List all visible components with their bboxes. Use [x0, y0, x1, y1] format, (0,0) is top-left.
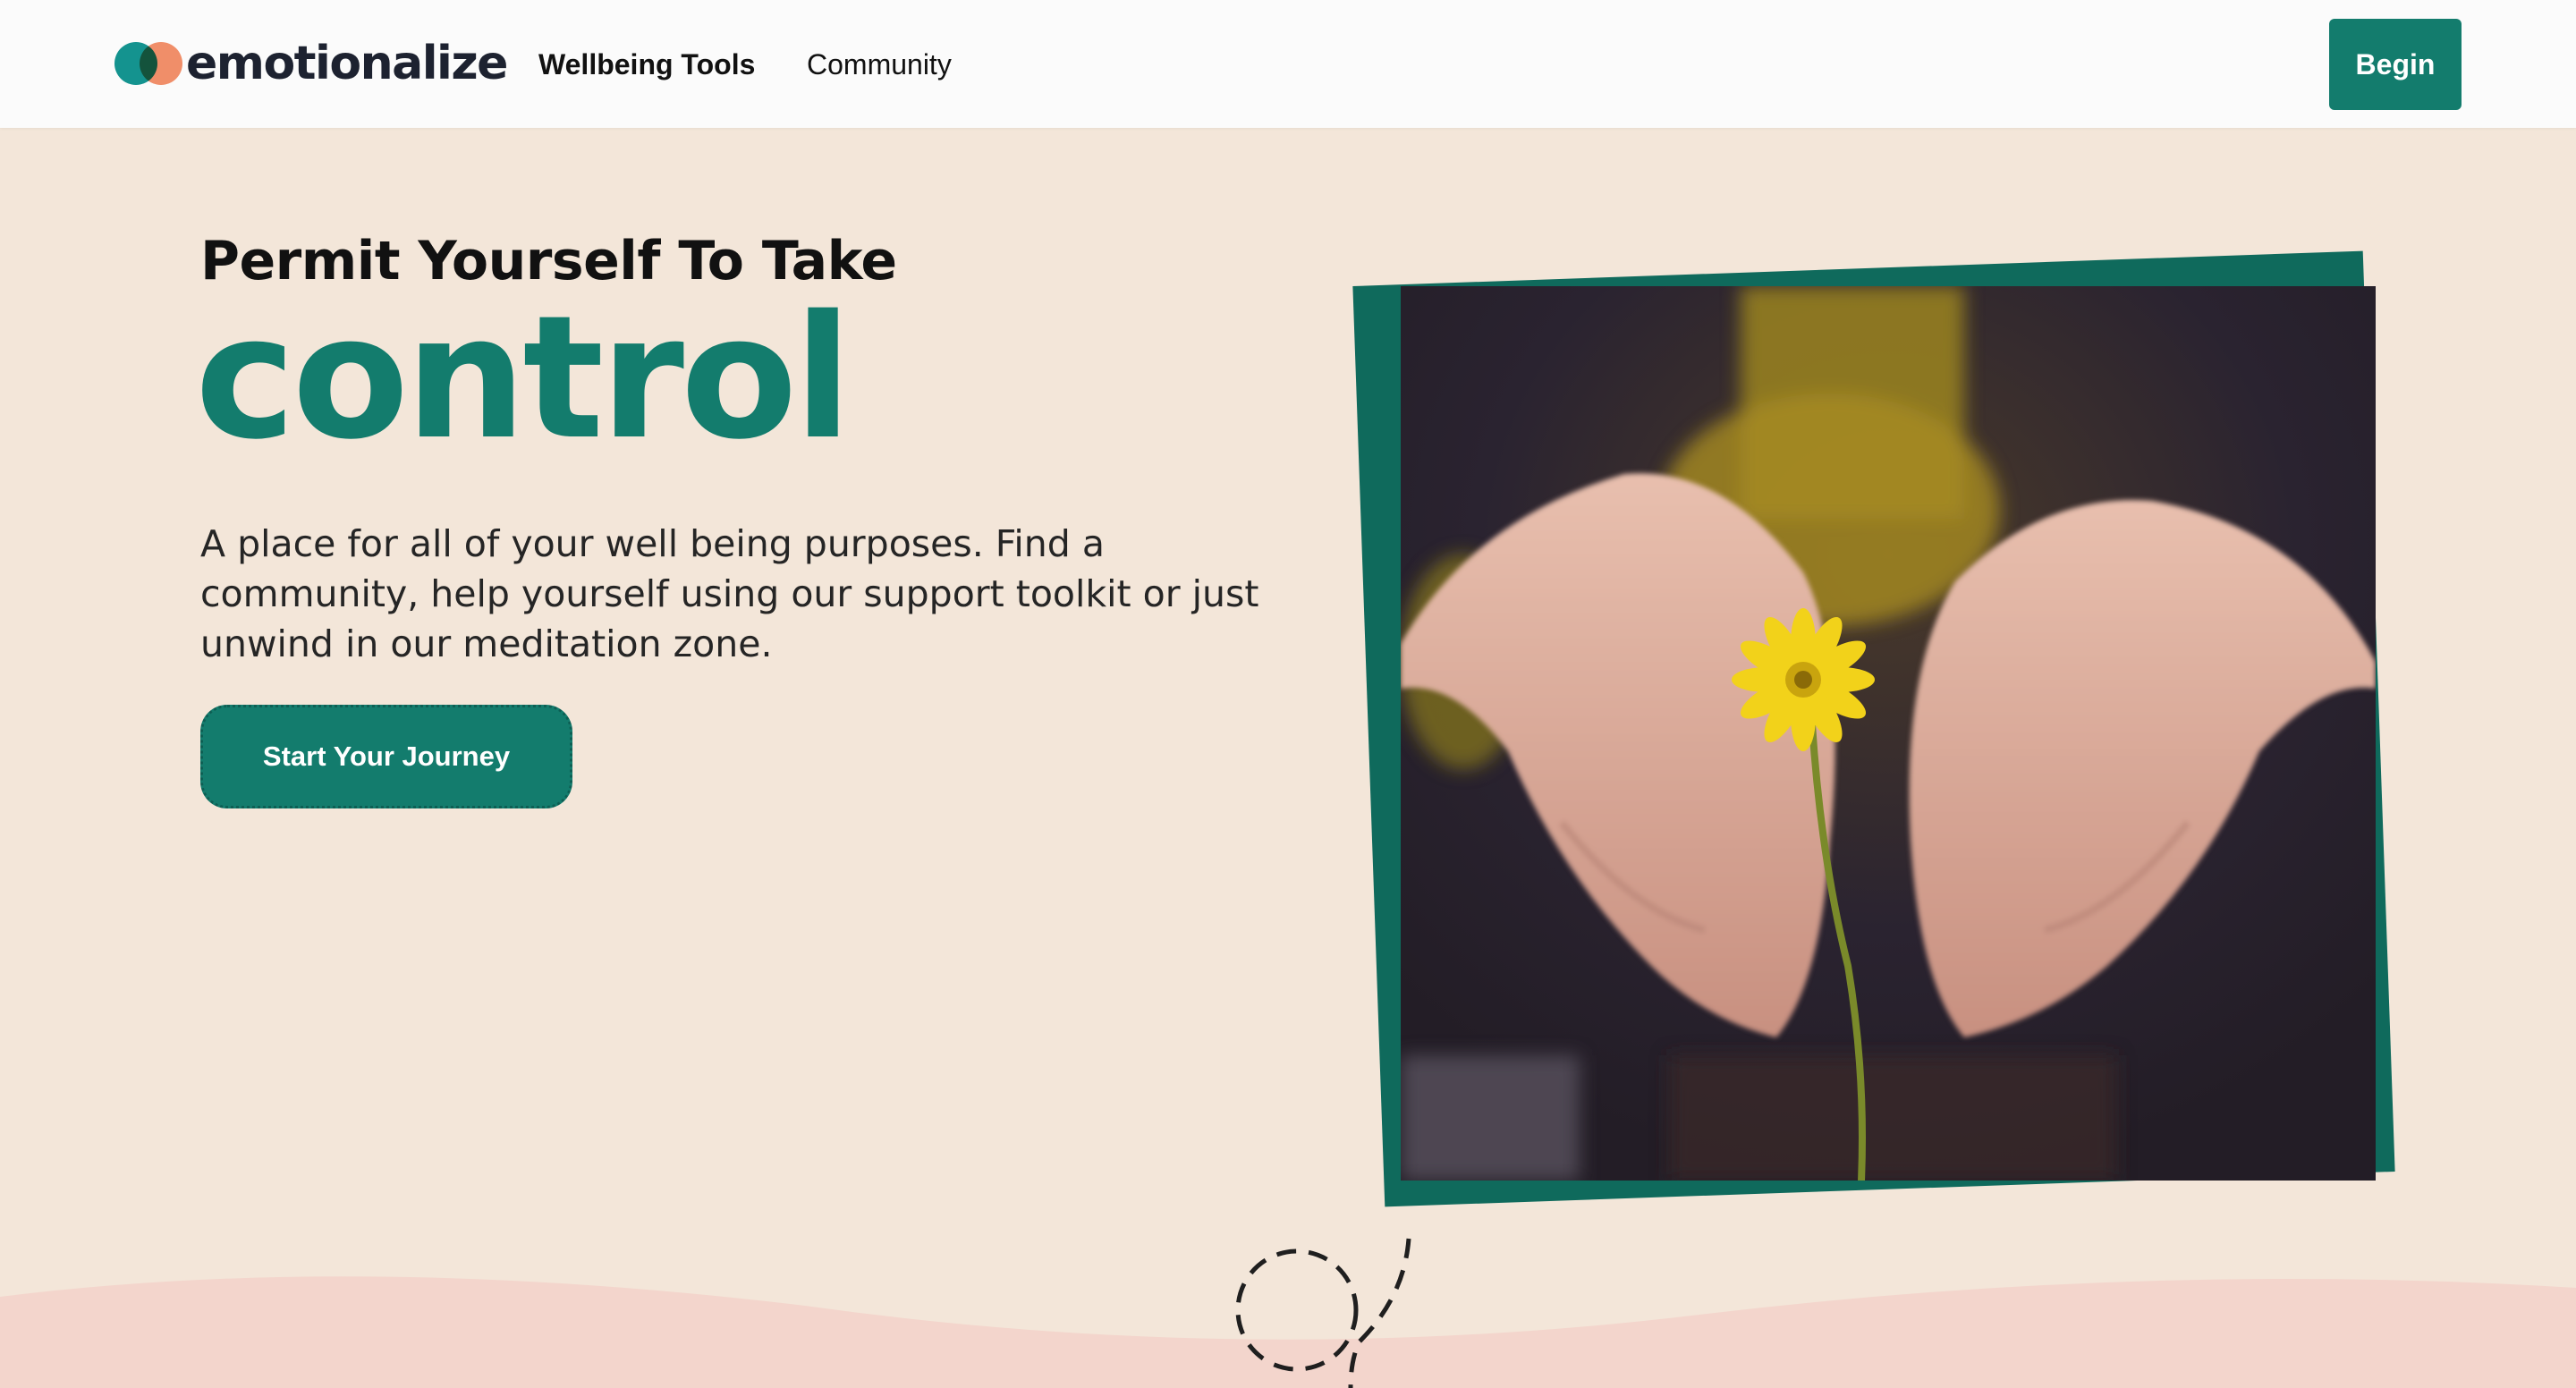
logo-text: emotionalize	[186, 37, 508, 90]
top-navbar: emotionalize Wellbeing Tools Community B…	[0, 0, 2576, 128]
hero-description: A place for all of your well being purpo…	[200, 522, 1259, 665]
nav-link-community[interactable]: Community	[807, 45, 952, 84]
start-journey-button[interactable]: Start Your Journey	[200, 705, 572, 808]
dashed-loop-doodle-icon	[1235, 1238, 1411, 1388]
hero-highlight-word: control	[195, 279, 852, 477]
nav-link-wellbeing-tools[interactable]: Wellbeing Tools	[538, 45, 755, 84]
hero-image-hands-flower	[1401, 286, 2376, 1181]
brand-logo[interactable]: emotionalize	[114, 36, 508, 91]
logo-mark-icon	[114, 42, 186, 85]
begin-button[interactable]: Begin	[2329, 19, 2462, 110]
